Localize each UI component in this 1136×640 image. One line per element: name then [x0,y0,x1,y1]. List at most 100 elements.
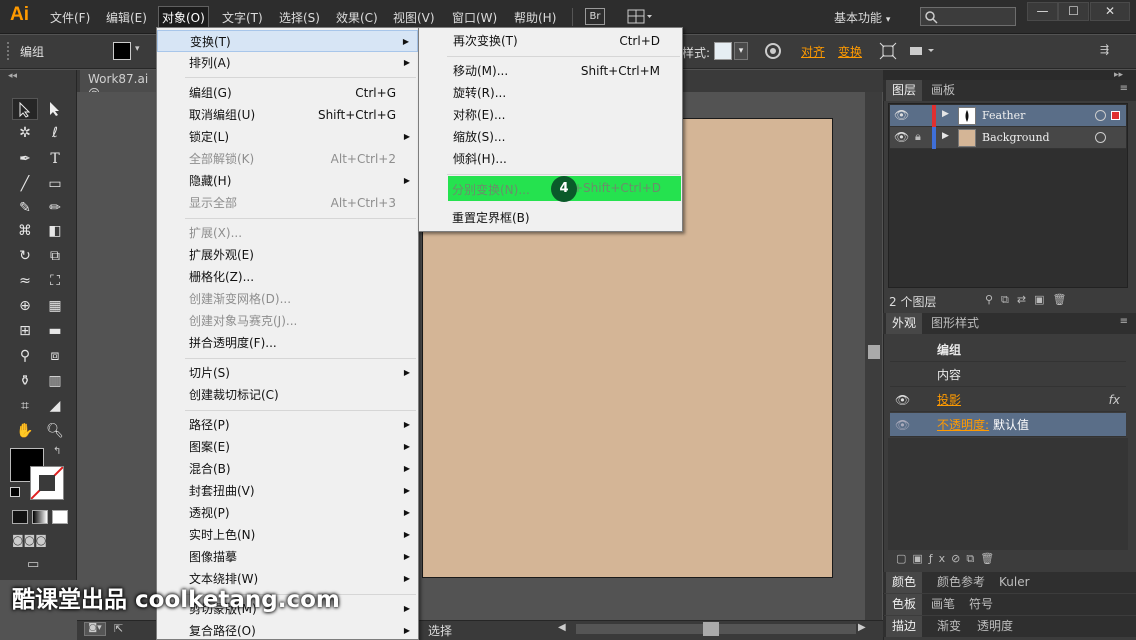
tab-stroke[interactable]: 描边 [886,616,923,637]
menu-item-slice[interactable]: 切片(S) ▶ [157,362,418,384]
target-circle-icon[interactable] [1095,132,1106,143]
appearance-drop-shadow-row[interactable]: 👁︎ 投影 fx [890,388,1126,412]
scroll-left-icon[interactable]: ◀ [558,622,566,633]
menu-item-scale[interactable]: 缩放(S)... [419,126,682,148]
menu-item-create-trim-marks[interactable]: 创建裁切标记(C) [157,384,418,406]
artboard-nav-icon[interactable]: ⇱ [114,622,123,635]
tab-transparency[interactable]: 透明度 [971,616,1019,637]
target-circle-icon[interactable] [1095,110,1106,121]
default-colors-icon[interactable] [10,487,20,497]
eye-icon[interactable]: 👁︎ [895,388,910,412]
tab-symbols[interactable]: 符号 [963,594,999,615]
menu-item-live-paint[interactable]: 实时上色(N) ▶ [157,524,418,546]
menu-view[interactable]: 视图(V) [393,9,435,26]
menu-item-ungroup[interactable]: 取消编组(U) Shift+Ctrl+G [157,104,418,126]
eraser-tool-icon[interactable]: ◧ [42,220,68,242]
arrange-icon[interactable] [908,42,942,60]
search-input[interactable] [920,7,1016,26]
none-mode-icon[interactable] [51,510,68,524]
layer-row-background[interactable]: 👁︎ 🔒︎ ▶ Background [890,127,1126,149]
pencil-tool-icon[interactable]: ✏ [42,197,68,219]
scroll-right-icon[interactable]: ▶ [858,622,866,633]
tab-graphic-styles[interactable]: 图形样式 [925,313,985,334]
appearance-panel-buttons[interactable]: ▢▣ƒx⊘⧉🗑︎ [896,552,1116,568]
appearance-opacity-row[interactable]: 👁︎ 不透明度: 默认值 [890,413,1126,437]
opacity-link[interactable]: 不透明度: [937,413,989,437]
type-tool-icon[interactable]: T [42,148,68,170]
fx-icon[interactable]: fx [1109,388,1120,412]
scale-tool-icon[interactable]: ⧉ [42,245,68,267]
menu-item-image-trace[interactable]: 图像描摹 ▶ [157,546,418,568]
perspective-grid-tool-icon[interactable]: ▦ [42,295,68,317]
width-tool-icon[interactable]: ≈ [12,270,38,292]
eye-icon[interactable]: 👁︎ [894,108,909,122]
color-mode-icon[interactable] [12,510,28,524]
chevron-down-icon[interactable]: ▾ [135,44,140,54]
tab-brushes[interactable]: 画笔 [925,594,961,615]
column-graph-tool-icon[interactable]: ▥ [42,370,68,392]
eye-icon[interactable]: 👁︎ [894,130,909,144]
menu-item-flatten-transparency[interactable]: 拼合透明度(F)... [157,332,418,354]
panel-menu-icon[interactable]: ≡ [1120,316,1128,327]
blend-tool-icon[interactable]: ⧈ [42,345,68,367]
menu-edit[interactable]: 编辑(E) [106,9,147,26]
menu-item-reflect[interactable]: 对称(E)... [419,104,682,126]
gradient-tool-icon[interactable]: ▬ [42,320,68,342]
drop-shadow-link[interactable]: 投影 [937,388,961,412]
menu-item-expand-appearance[interactable]: 扩展外观(E) [157,244,418,266]
transform-link[interactable]: 变换 [838,43,862,60]
layer-row-feather[interactable]: 👁︎ ▶ Feather [890,105,1126,127]
tab-color[interactable]: 颜色 [886,572,923,593]
menu-window[interactable]: 窗口(W) [452,9,497,26]
menu-file[interactable]: 文件(F) [50,9,90,26]
recolor-artwork-icon[interactable] [764,42,782,60]
scrollbar-thumb[interactable] [868,345,880,359]
stroke-color-box[interactable] [30,466,64,500]
menu-item-transform-again[interactable]: 再次变换(T) Ctrl+D [419,30,682,52]
zoom-tool-icon[interactable]: 🔍︎ [42,420,68,442]
tab-gradient[interactable]: 渐变 [931,616,967,637]
maximize-button[interactable]: ☐ [1058,2,1089,21]
expand-triangle-icon[interactable]: ▶ [942,131,949,141]
layer-name[interactable]: Background [982,131,1050,144]
tab-swatches[interactable]: 色板 [886,594,923,615]
screen-mode-icon[interactable]: ▭ [27,557,49,573]
isolate-group-icon[interactable] [879,42,897,60]
magic-wand-tool-icon[interactable]: ✲ [12,122,38,144]
tab-artboards[interactable]: 画板 [925,80,961,101]
menu-item-pattern[interactable]: 图案(E) ▶ [157,436,418,458]
symbol-sprayer-tool-icon[interactable]: ⚱ [12,370,38,392]
grip-handle[interactable] [7,42,12,60]
menu-item-transform[interactable]: 变换(T) ▶ [157,30,418,52]
direct-selection-tool-icon[interactable] [42,98,68,120]
zoom-level-field[interactable]: ◙▾ [84,622,106,636]
collapse-arrows-icon[interactable]: ◂◂ [8,71,17,81]
gradient-mode-icon[interactable] [31,510,48,524]
swap-colors-icon[interactable]: ↰ [53,446,61,457]
close-button[interactable]: ✕ [1090,2,1130,21]
rectangle-tool-icon[interactable]: ▭ [42,173,68,195]
fill-swatch[interactable] [113,42,131,60]
minimize-button[interactable]: — [1027,2,1058,21]
eye-icon[interactable]: 👁︎ [895,413,910,437]
workspace-switcher[interactable]: 基本功能 ▾ [834,9,890,26]
menu-object[interactable]: 对象(O) [158,6,209,29]
selected-art-indicator[interactable] [1111,111,1120,120]
blob-brush-tool-icon[interactable]: ⌘ [12,220,38,242]
layer-name[interactable]: Feather [982,109,1025,122]
panel-menu-icon[interactable]: ⇶ [1100,43,1118,59]
menu-item-envelope-distort[interactable]: 封套扭曲(V) ▶ [157,480,418,502]
appearance-content-row[interactable]: 内容 [890,363,1126,387]
menu-item-blend[interactable]: 混合(B) ▶ [157,458,418,480]
menu-type[interactable]: 文字(T) [222,9,263,26]
menu-item-group[interactable]: 编组(G) Ctrl+G [157,82,418,104]
panel-menu-icon[interactable]: ≡ [1120,83,1128,94]
align-link[interactable]: 对齐 [801,43,825,60]
menu-help[interactable]: 帮助(H) [514,9,556,26]
artboard-tool-icon[interactable]: ⌗ [12,395,38,417]
shape-builder-tool-icon[interactable]: ⊕ [12,295,38,317]
tab-layers[interactable]: 图层 [886,80,923,101]
line-tool-icon[interactable]: ╱ [12,173,38,195]
menu-item-move[interactable]: 移动(M)... Shift+Ctrl+M [419,60,682,82]
arrange-documents-icon[interactable] [627,9,653,25]
